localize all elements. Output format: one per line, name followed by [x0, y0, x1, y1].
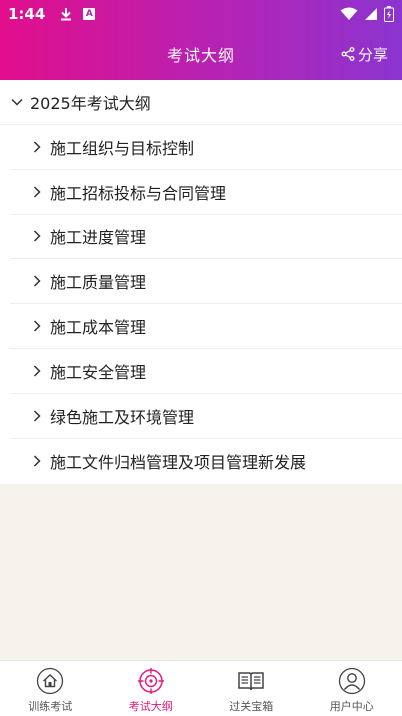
app-header: 1:44 A 考试大纲 分享	[0, 0, 402, 80]
outline-item-label: 施工成本管理	[50, 318, 147, 338]
share-label: 分享	[357, 45, 388, 64]
outline-item-label: 施工安全管理	[50, 362, 147, 382]
chevron-down-icon	[11, 98, 23, 106]
chevron-right-icon	[33, 275, 41, 287]
outline-item-label: 施工文件归档管理及项目管理新发展	[50, 452, 307, 472]
signal-icon	[365, 8, 377, 20]
wifi-icon	[340, 7, 358, 20]
status-time: 1:44	[8, 5, 46, 23]
outline-item-label: 施工组织与目标控制	[50, 138, 195, 158]
chevron-right-icon	[33, 365, 41, 377]
status-right-icons	[340, 6, 394, 22]
page-title: 考试大纲	[166, 46, 235, 65]
outline-list: 2025年考试大纲 施工组织与目标控制施工招标投标与合同管理 施工进度管理 施工质量…	[0, 80, 402, 484]
outline-item[interactable]: 施工质量管理	[10, 259, 402, 305]
outline-item-label: 施工招标投标与合同管理	[50, 183, 227, 203]
outline-item[interactable]: 施工组织与目标控制	[10, 125, 402, 170]
status-left-icons: A	[59, 7, 96, 21]
chevron-right-icon	[33, 141, 41, 153]
chevron-right-icon	[33, 455, 41, 467]
outline-item-label: 施工质量管理	[50, 273, 147, 293]
outline-root-label: 2025年考试大纲	[30, 94, 151, 113]
outline-item-label: 施工进度管理	[50, 228, 147, 248]
outline-item-label: 绿色施工及环境管理	[50, 407, 195, 427]
bottom-nav: 训练考试 考试大纲 过关宝箱 用户中心	[0, 660, 402, 716]
outline-item[interactable]: 绿色施工及环境管理	[10, 394, 402, 439]
outline-item[interactable]: 施工文件归档管理及项目管理新发展	[10, 439, 402, 484]
a-icon: A	[83, 8, 96, 20]
user-icon	[338, 667, 365, 695]
chevron-right-icon	[33, 230, 41, 243]
outline-item[interactable]: 施工招标投标与合同管理	[10, 170, 402, 215]
home-icon	[37, 667, 64, 695]
outline-item[interactable]: 施工进度管理	[10, 215, 402, 260]
chevron-right-icon	[33, 186, 41, 198]
target-icon	[137, 668, 164, 694]
home-indicator	[0, 712, 402, 716]
share-icon	[341, 47, 355, 61]
nav-item[interactable]: 考试大纲	[101, 661, 202, 716]
chevron-right-icon	[33, 320, 41, 332]
nav-item[interactable]: 过关宝箱	[201, 661, 302, 716]
outline-item[interactable]: 施工安全管理	[10, 349, 402, 394]
status-bar: 1:44 A	[0, 0, 402, 28]
outline-item[interactable]: 施工成本管理	[10, 304, 402, 349]
outline-root-row[interactable]: 2025年考试大纲	[0, 80, 402, 125]
share-button[interactable]: 分享	[341, 28, 388, 80]
title-bar: 考试大纲 分享	[0, 28, 402, 80]
download-icon	[61, 8, 72, 21]
nav-item[interactable]: 用户中心	[302, 661, 402, 716]
book-icon	[238, 672, 264, 691]
nav-item[interactable]: 训练考试	[0, 661, 101, 716]
chevron-right-icon	[33, 410, 41, 422]
battery-icon	[384, 6, 394, 22]
